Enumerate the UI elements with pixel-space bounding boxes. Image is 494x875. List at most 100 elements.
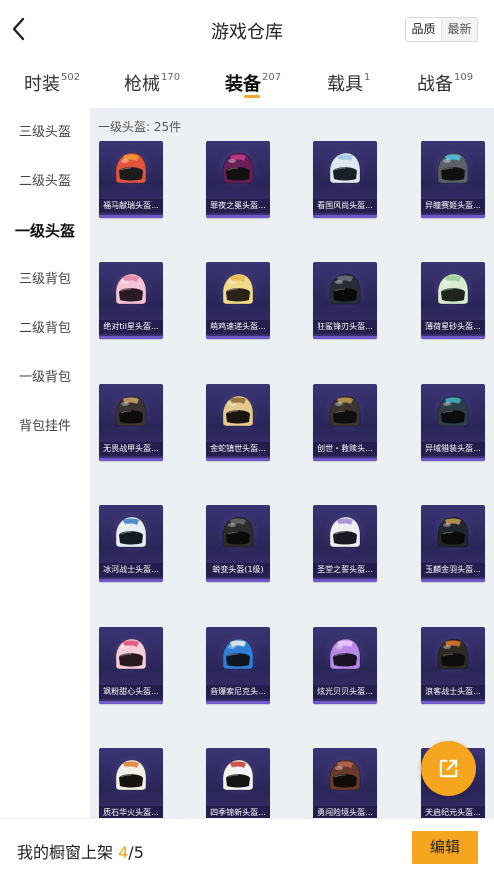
helmet-icon — [222, 152, 254, 184]
tab-count: 109 — [454, 72, 474, 83]
item-card[interactable]: 异瞳赛姬头盔... — [421, 141, 485, 218]
item-card[interactable]: 异域猎装头盔... — [421, 384, 485, 461]
item-card[interactable]: 四季锦新头盔... — [206, 748, 270, 818]
helmet-icon — [437, 152, 469, 184]
sort-option-quality[interactable]: 品质 — [406, 18, 442, 41]
item-card[interactable]: 狂鲨锋刃头盔... — [313, 262, 377, 339]
helmet-icon — [222, 516, 254, 548]
helmet-icon — [115, 759, 147, 791]
item-card[interactable]: 福马献瑞头盔... — [99, 141, 163, 218]
item-card[interactable]: 金蛇镇世头盔... — [206, 384, 270, 461]
item-name: 蜕变头盔(1级) — [206, 563, 270, 577]
item-card[interactable]: 音爆索尼克头... — [206, 627, 270, 704]
item-name: 福马献瑞头盔... — [99, 199, 163, 213]
item-name: 炫光贝贝头盔... — [313, 685, 377, 699]
helmet-icon — [437, 395, 469, 427]
helmet-icon — [222, 759, 254, 791]
item-name: 四季锦新头盔... — [206, 806, 270, 818]
item-card[interactable]: 萌鸡速递头盔... — [206, 262, 270, 339]
item-name: 浪客战士头盔... — [421, 685, 485, 699]
showcase-label: 我的橱窗上架 — [17, 843, 114, 862]
sidebar-item-level3-helmet[interactable]: 三级头盔 — [0, 109, 90, 157]
item-name: 创世・救赎头... — [313, 442, 377, 456]
item-name: 冰河战士头盔... — [99, 563, 163, 577]
item-card[interactable]: 勇闯险境头盔... — [313, 748, 377, 818]
helmet-icon — [329, 759, 361, 791]
sidebar-item-backpack-charm[interactable]: 背包挂件 — [0, 403, 90, 451]
item-name: 看国风尚头盔... — [313, 199, 377, 213]
sidebar-item-level3-backpack[interactable]: 三级背包 — [0, 256, 90, 304]
sidebar-item-level2-helmet[interactable]: 二级头盔 — [0, 158, 90, 206]
item-name: 无畏战甲头盔... — [99, 442, 163, 456]
item-name: 异域猎装头盔... — [421, 442, 485, 456]
sidebar-item-level1-backpack[interactable]: 一级背包 — [0, 354, 90, 402]
tab-label: 战备 — [417, 74, 453, 95]
item-card[interactable]: 蜕变头盔(1级) — [206, 505, 270, 582]
sidebar: 三级头盔 二级头盔 一级头盔 三级背包 二级背包 一级背包 背包挂件 — [0, 108, 90, 818]
item-card[interactable]: 玉麟金羽头盔... — [421, 505, 485, 582]
sort-option-latest[interactable]: 最新 — [442, 18, 477, 41]
helmet-icon — [437, 516, 469, 548]
item-card[interactable]: 质石华火头盔... — [99, 748, 163, 818]
section-title: 一级头盔: 25件 — [98, 120, 182, 134]
helmet-icon — [437, 273, 469, 305]
helmet-icon — [222, 638, 254, 670]
helmet-icon — [115, 152, 147, 184]
tab-count: 170 — [161, 72, 181, 83]
helmet-icon — [222, 395, 254, 427]
tab-supplies[interactable]: 战备109 — [417, 70, 473, 96]
item-card[interactable]: 炫光贝贝头盔... — [313, 627, 377, 704]
helmet-icon — [329, 516, 361, 548]
item-grid-area[interactable]: 一级头盔: 25件 福马献瑞头盔... 罪夜之冕头盔... 看国风尚头盔... 异瞳赛… — [90, 108, 494, 818]
share-button[interactable] — [421, 741, 476, 796]
item-card[interactable]: 飒粉甜心头盔... — [99, 627, 163, 704]
share-external-icon — [439, 759, 458, 778]
tab-label: 载具 — [327, 74, 363, 95]
item-name: 罪夜之冕头盔... — [206, 199, 270, 213]
item-card[interactable]: 绝对til星头盔... — [99, 262, 163, 339]
tab-equipment[interactable]: 装备207 — [225, 70, 281, 96]
helmet-icon — [115, 273, 147, 305]
helmet-icon — [115, 395, 147, 427]
tab-count: 502 — [61, 72, 81, 83]
item-card[interactable]: 罪夜之冕头盔... — [206, 141, 270, 218]
helmet-icon — [329, 395, 361, 427]
footer-bar: 我的橱窗上架 4/5 编辑 — [0, 818, 494, 875]
tab-weapons[interactable]: 枪械170 — [124, 70, 180, 96]
item-name: 勇闯险境头盔... — [313, 806, 377, 818]
category-tabs: 时装502 枪械170 装备207 载具1 战备109 — [0, 58, 494, 108]
item-name: 萌鸡速递头盔... — [206, 320, 270, 334]
item-card[interactable]: 看国风尚头盔... — [313, 141, 377, 218]
edit-button[interactable]: 编辑 — [412, 831, 478, 864]
item-name: 玉麟金羽头盔... — [421, 563, 485, 577]
helmet-icon — [329, 273, 361, 305]
item-name: 音爆索尼克头... — [206, 685, 270, 699]
item-name: 异瞳赛姬头盔... — [421, 199, 485, 213]
item-card[interactable]: 创世・救赎头... — [313, 384, 377, 461]
tab-label: 时装 — [24, 74, 60, 95]
helmet-icon — [115, 638, 147, 670]
item-name: 薄荷星砂头盔... — [421, 320, 485, 334]
tab-vehicles[interactable]: 载具1 — [327, 70, 370, 96]
showcase-current: 4 — [118, 843, 129, 862]
helmet-icon — [115, 516, 147, 548]
item-card[interactable]: 浪客战士头盔... — [421, 627, 485, 704]
active-tab-indicator — [244, 95, 260, 98]
helmet-icon — [329, 152, 361, 184]
item-card[interactable]: 圣堂之誓头盔... — [313, 505, 377, 582]
item-card[interactable]: 无畏战甲头盔... — [99, 384, 163, 461]
item-name: 金蛇镇世头盔... — [206, 442, 270, 456]
sidebar-item-level1-helmet[interactable]: 一级头盔 — [0, 207, 90, 255]
showcase-total: 5 — [133, 843, 144, 862]
sort-toggle: 品质 最新 — [405, 17, 478, 42]
item-name: 圣堂之誓头盔... — [313, 563, 377, 577]
tab-label: 枪械 — [124, 74, 160, 95]
item-card[interactable]: 冰河战士头盔... — [99, 505, 163, 582]
tab-label: 装备 — [225, 74, 261, 95]
sidebar-item-level2-backpack[interactable]: 二级背包 — [0, 305, 90, 353]
tab-fashion[interactable]: 时装502 — [24, 70, 80, 96]
helmet-icon — [437, 638, 469, 670]
item-card[interactable]: 薄荷星砂头盔... — [421, 262, 485, 339]
item-name: 飒粉甜心头盔... — [99, 685, 163, 699]
showcase-status: 我的橱窗上架 4/5 — [17, 839, 144, 863]
